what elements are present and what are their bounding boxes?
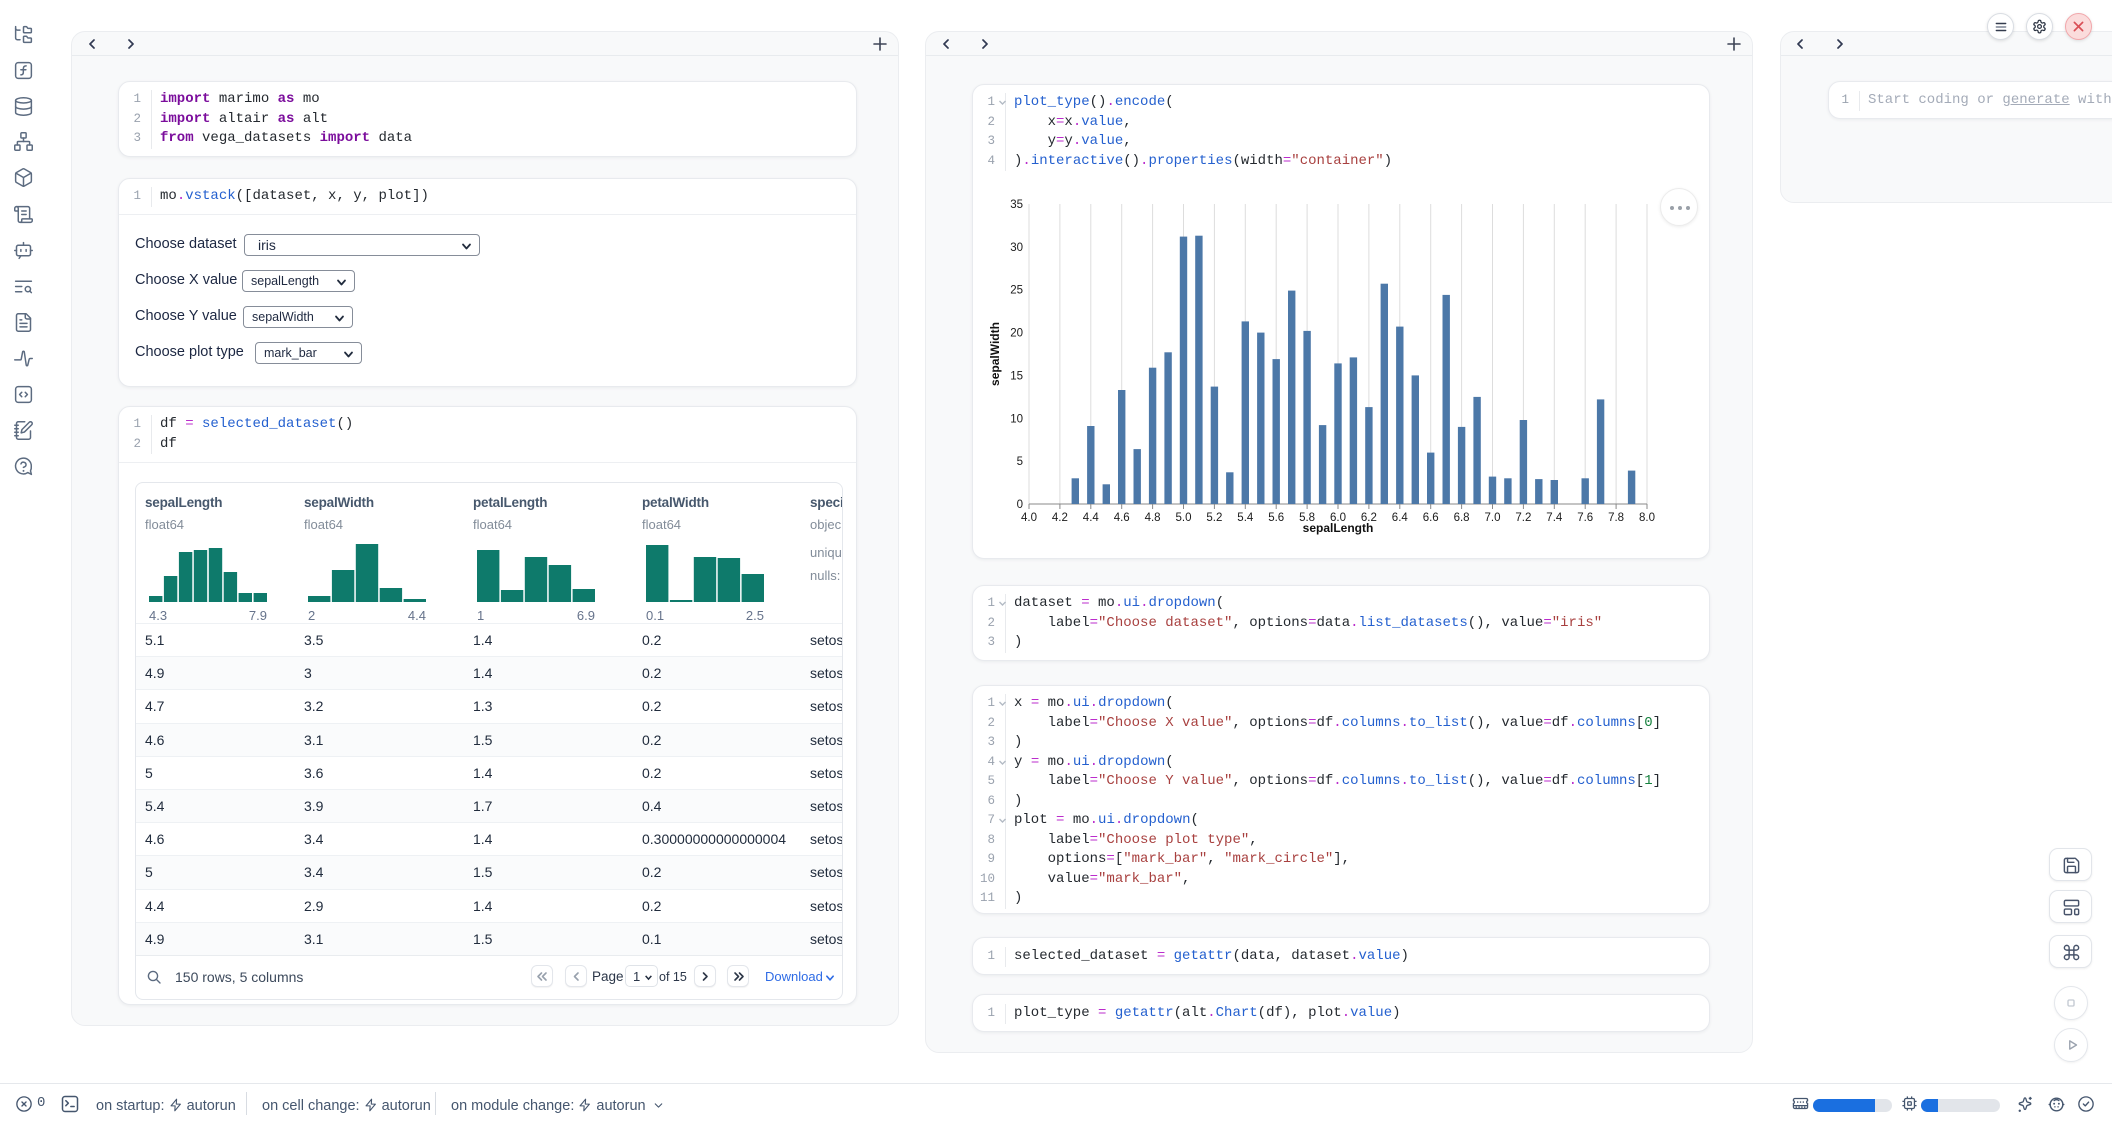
svg-text:5.2: 5.2 <box>1206 512 1222 524</box>
svg-text:6.6: 6.6 <box>1423 512 1439 524</box>
svg-text:5.4: 5.4 <box>1237 512 1254 524</box>
svg-text:4.4: 4.4 <box>1083 512 1100 524</box>
svg-text:35: 35 <box>1010 199 1023 211</box>
svg-text:4.6: 4.6 <box>1114 512 1130 524</box>
svg-text:sepalLength: sepalLength <box>1303 521 1374 535</box>
svg-text:25: 25 <box>1010 285 1023 297</box>
svg-text:8.0: 8.0 <box>1639 512 1655 524</box>
svg-text:5.6: 5.6 <box>1268 512 1284 524</box>
svg-text:0: 0 <box>1017 499 1023 511</box>
svg-text:10: 10 <box>1010 413 1023 425</box>
svg-text:7.0: 7.0 <box>1485 512 1501 524</box>
svg-text:5.0: 5.0 <box>1176 512 1192 524</box>
svg-text:7.8: 7.8 <box>1608 512 1624 524</box>
svg-text:30: 30 <box>1010 242 1023 254</box>
svg-text:4.8: 4.8 <box>1145 512 1161 524</box>
svg-text:15: 15 <box>1010 370 1023 382</box>
svg-text:sepalWidth: sepalWidth <box>988 322 1002 386</box>
svg-text:4.2: 4.2 <box>1052 512 1068 524</box>
svg-text:7.4: 7.4 <box>1546 512 1563 524</box>
svg-text:6.4: 6.4 <box>1392 512 1409 524</box>
svg-text:7.2: 7.2 <box>1515 512 1531 524</box>
svg-text:20: 20 <box>1010 328 1023 340</box>
svg-text:7.6: 7.6 <box>1577 512 1593 524</box>
svg-text:6.8: 6.8 <box>1454 512 1470 524</box>
svg-text:4.0: 4.0 <box>1021 512 1037 524</box>
svg-text:5: 5 <box>1017 456 1023 468</box>
